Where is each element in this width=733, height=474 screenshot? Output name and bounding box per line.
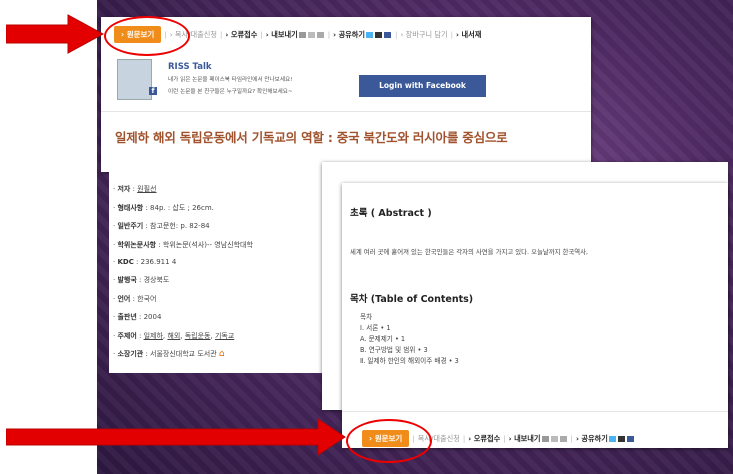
subject-link[interactable]: 일제하	[144, 332, 163, 340]
facebook-icon[interactable]	[626, 435, 634, 442]
export-link-bottom[interactable]: › 내보내기	[509, 434, 541, 444]
subject-link[interactable]: 기독교	[215, 332, 234, 340]
error-report-link-bottom[interactable]: › 오류접수	[468, 434, 500, 444]
toc-heading: 목차 (Table of Contents)	[350, 294, 474, 305]
error-report-link[interactable]: › 오류접수	[225, 30, 257, 40]
abstract-heading: 초록 ( Abstract )	[350, 208, 432, 219]
arrow-top-icon	[6, 14, 104, 54]
riss-talk-avatar	[117, 59, 152, 100]
facebook-login-button[interactable]: Login with Facebook	[359, 75, 486, 97]
home-icon[interactable]: ⌂	[219, 349, 225, 359]
divider	[101, 111, 591, 112]
subject-link[interactable]: 독립운동	[185, 332, 211, 340]
save-icon[interactable]	[550, 435, 558, 442]
twitter-icon[interactable]	[608, 435, 616, 442]
meta-author: · 저자 : 원필선	[113, 185, 157, 193]
riss-talk-title: RISS Talk	[168, 62, 212, 72]
meta-holder: · 소장기관 : 서울장신대학교 도서관 ⌂	[113, 349, 225, 360]
riss-talk-line2: 이런 논문을 본 친구들은 누구일까요? 확인해보세요~	[168, 89, 293, 95]
share-link[interactable]: › 공유하기	[333, 30, 365, 40]
facebook-icon[interactable]	[384, 31, 392, 38]
meta-note: · 일반주기 : 참고문헌: p. 82-84	[113, 222, 210, 231]
toc-list: 목차 Ⅰ. 서론 • 1 A. 문제제기 • 1 B. 연구방법 및 범위 • …	[360, 312, 459, 367]
delicious-icon[interactable]	[375, 31, 383, 38]
save-icon[interactable]	[307, 31, 315, 38]
email-icon[interactable]	[559, 435, 567, 442]
meta-country: · 발행국 : 경상북도	[113, 275, 170, 284]
meta-kdc: · KDC : 236.911 4	[113, 258, 177, 267]
facebook-small-icon: f	[149, 87, 157, 95]
toc-item: Ⅱ. 일제하 한인의 해외이주 배경 • 3	[360, 357, 459, 365]
highlight-circle-bottom	[346, 419, 432, 463]
metadata-panel: · 저자 : 원필선 · 형태사항 : 84p. : 삽도 ; 26cm. · …	[109, 168, 331, 373]
arrow-bottom-icon	[6, 418, 346, 456]
print-icon[interactable]	[298, 31, 306, 38]
library-link[interactable]: › 내서재	[456, 30, 481, 40]
cart-link[interactable]: › 장바구니 담기	[400, 30, 447, 40]
share-link-bottom[interactable]: › 공유하기	[576, 434, 608, 444]
meta-degree: · 학위논문사항 : 학위논문(석사)-- 영남신학대학	[113, 240, 253, 249]
meta-subjects: · 주제어 : 일제하, 해외, 독립운동, 기독교	[113, 331, 235, 340]
abstract-text: 세계 여러 곳에 흩어져 있는 한국인들은 각자의 사연을 가지고 있다. 오늘…	[350, 248, 589, 256]
delicious-icon[interactable]	[617, 435, 625, 442]
twitter-icon[interactable]	[366, 31, 374, 38]
email-icon[interactable]	[316, 31, 324, 38]
toc-item: 목차	[360, 313, 373, 321]
toc-item: B. 연구방법 및 범위 • 3	[360, 346, 428, 354]
riss-talk-line1: 내가 읽은 논문을 페이스북 타임라인에서 만나보세요!	[168, 77, 293, 83]
abstract-inner: 초록 ( Abstract ) 세계 여러 곳에 흩어져 있는 한국인들은 각자…	[342, 183, 728, 448]
meta-year: · 출판년 : 2004	[113, 313, 162, 322]
meta-form: · 형태사항 : 84p. : 삽도 ; 26cm.	[113, 203, 214, 212]
subject-link[interactable]: 해외	[167, 332, 180, 340]
paper-title: 일제하 해외 독립운동에서 기독교의 역할 : 중국 북간도와 러시아를 중심으…	[115, 130, 508, 145]
print-icon[interactable]	[541, 435, 549, 442]
bottom-divider	[342, 411, 728, 412]
highlight-circle-top	[104, 16, 190, 56]
meta-language: · 언어 : 한국어	[113, 294, 157, 303]
export-link[interactable]: › 내보내기	[266, 30, 298, 40]
author-link[interactable]: 원필선	[137, 185, 156, 193]
toc-item: A. 문제제기 • 1	[360, 335, 406, 343]
toc-item: Ⅰ. 서론 • 1	[360, 324, 391, 332]
